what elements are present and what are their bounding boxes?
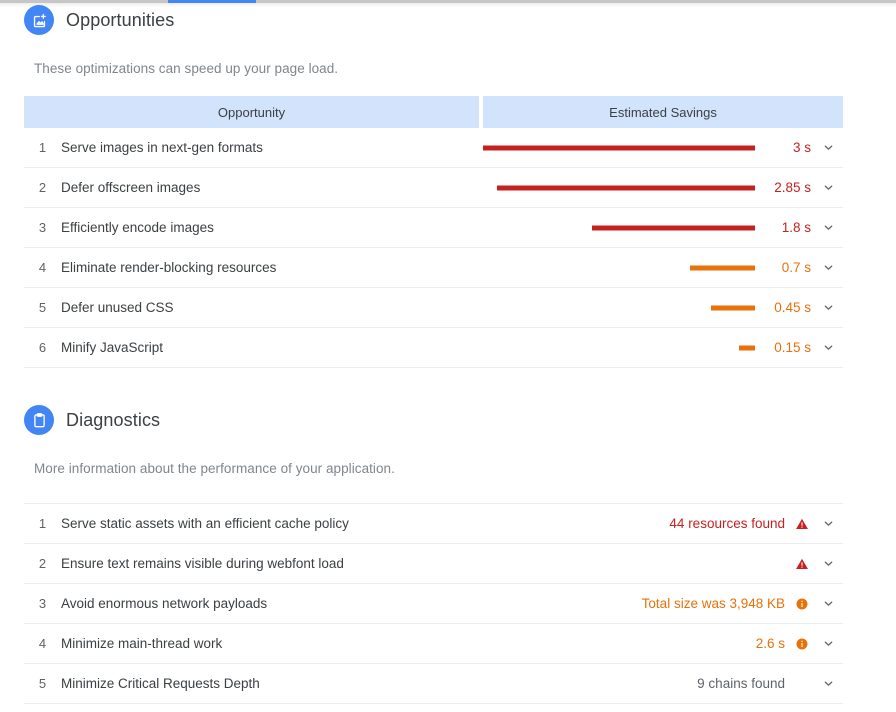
savings-value: 0.15 s [774,340,811,355]
savings-value: 2.85 s [774,180,811,195]
column-header-estimated-savings: Estimated Savings [483,96,843,128]
savings-bar-track [483,248,755,287]
opportunity-row[interactable]: 2 Defer offscreen images 2.85 s [24,168,843,208]
opportunity-row[interactable]: 1 Serve images in next-gen formats 3 s [24,128,843,168]
diagnostic-index: 1 [38,516,47,531]
savings-bar [689,265,755,270]
diagnostic-value: 2.6 s [755,636,785,651]
diagnostic-row[interactable]: 3 Avoid enormous network payloads Total si… [24,584,843,624]
diagnostic-index: 3 [38,596,47,611]
opportunities-description: These optimizations can speed up your pa… [34,61,339,76]
info-circle-icon [791,637,813,651]
opportunity-row[interactable]: 6 Minify JavaScript 0.15 s [24,328,843,368]
chevron-down-icon[interactable] [813,221,843,234]
opportunity-label: Defer unused CSS [61,300,174,315]
chevron-down-icon[interactable] [813,637,843,650]
opportunity-index: 2 [38,180,47,195]
diagnostic-row[interactable]: 1 Serve static assets with an efficient c… [24,503,843,544]
opportunity-label: Efficiently encode images [61,220,214,235]
chevron-down-icon[interactable] [813,597,843,610]
diagnostic-value: 44 resources found [669,516,785,531]
savings-bar [483,145,755,150]
diagnostic-label: Avoid enormous network payloads [61,596,268,611]
chevron-down-icon[interactable] [813,517,843,530]
opportunity-row[interactable]: 3 Efficiently encode images 1.8 s [24,208,843,248]
savings-bar-track [483,208,755,247]
chevron-down-icon[interactable] [813,181,843,194]
chevron-down-icon[interactable] [813,141,843,154]
opportunity-label: Eliminate render-blocking resources [61,260,277,275]
chevron-down-icon[interactable] [813,677,843,690]
savings-bar [591,225,755,230]
diagnostic-row[interactable]: 4 Minimize main-thread work 2.6 s [24,624,843,664]
opportunity-label: Serve images in next-gen formats [61,140,263,155]
savings-bar-track [483,168,755,207]
opportunities-title: Opportunities [66,10,175,30]
diagnostic-value: 9 chains found [697,676,785,691]
opportunity-label: Minify JavaScript [61,340,164,355]
diagnostic-label: Minimize main-thread work [61,636,223,651]
chevron-down-icon[interactable] [813,301,843,314]
savings-value: 0.7 s [781,260,811,275]
chevron-down-icon[interactable] [813,557,843,570]
opportunities-rows: 1 Serve images in next-gen formats 3 s 2 Def… [24,128,843,368]
opportunities-section: Opportunities These optimizations can sp… [0,0,896,368]
savings-value: 3 s [792,140,811,155]
chevron-down-icon[interactable] [813,261,843,274]
opportunity-index: 4 [38,260,47,275]
diagnostic-index: 5 [38,676,47,691]
savings-bar [738,345,755,350]
warning-triangle-icon [791,557,813,571]
savings-bar-track [483,328,755,367]
image-add-icon [24,5,54,35]
diagnostics-rows: 1 Serve static assets with an efficient c… [0,503,896,704]
savings-value: 1.8 s [781,220,811,235]
info-circle-icon [791,597,813,611]
diagnostic-row[interactable]: 5 Minimize Critical Requests Depth 9 chain… [24,664,843,704]
opportunity-index: 1 [38,140,47,155]
opportunities-header: Opportunities [0,3,896,37]
diagnostic-index: 2 [38,556,47,571]
savings-bar-track [483,288,755,327]
column-header-opportunity: Opportunity [24,96,479,128]
diagnostic-value: Total size was 3,948 KB [641,596,785,611]
diagnostic-index: 4 [38,636,47,651]
savings-value: 0.45 s [774,300,811,315]
savings-bar [496,185,755,190]
opportunity-index: 6 [38,340,47,355]
diagnostic-label: Ensure text remains visible during webfo… [61,556,344,571]
opportunity-label: Defer offscreen images [61,180,201,195]
warning-triangle-icon [791,517,813,531]
diagnostics-title: Diagnostics [66,410,161,430]
savings-bar [711,305,755,310]
diagnostics-header: Diagnostics [0,403,896,437]
opportunity-index: 3 [38,220,47,235]
savings-bar-track [483,128,755,167]
opportunity-row[interactable]: 4 Eliminate render-blocking resources 0.7 … [24,248,843,288]
diagnostics-description: More information about the performance o… [34,461,395,476]
opportunity-row[interactable]: 5 Defer unused CSS 0.45 s [24,288,843,328]
diagnostics-section: Diagnostics More information about the p… [0,400,896,704]
clipboard-icon [24,405,54,435]
diagnostic-label: Minimize Critical Requests Depth [61,676,260,691]
chevron-down-icon[interactable] [813,341,843,354]
opportunities-table-header: Opportunity Estimated Savings [24,96,843,128]
opportunities-table: Opportunity Estimated Savings 1 Serve ima… [0,96,896,368]
diagnostic-row[interactable]: 2 Ensure text remains visible during webf… [24,544,843,584]
opportunity-index: 5 [38,300,47,315]
diagnostic-label: Serve static assets with an efficient ca… [61,516,349,531]
